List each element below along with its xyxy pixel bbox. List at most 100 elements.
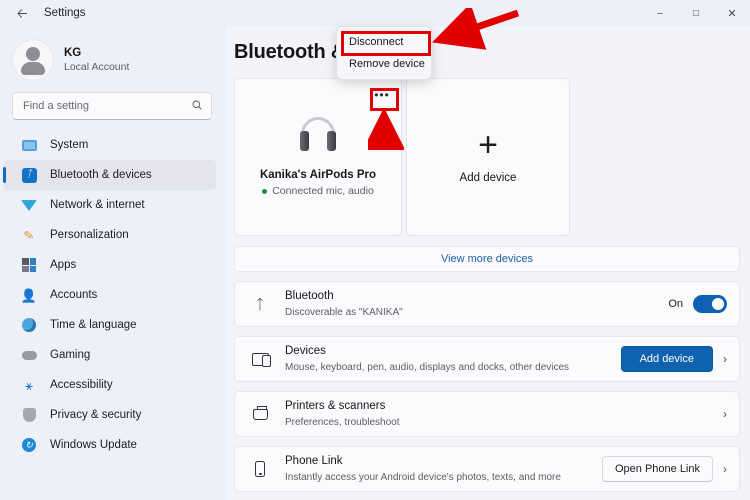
- sidebar-item-windows-update[interactable]: ↻ Windows Update: [4, 430, 216, 460]
- sidebar-item-label: Bluetooth & devices: [50, 169, 152, 181]
- open-phone-link-button[interactable]: Open Phone Link: [601, 456, 713, 482]
- account-name: KG: [64, 46, 82, 59]
- view-more-devices-link[interactable]: View more devices: [234, 246, 740, 272]
- add-device-label: Add device: [459, 172, 517, 185]
- row-text: Devices Mouse, keyboard, pen, audio, dis…: [285, 344, 621, 374]
- sidebar-item-accessibility[interactable]: ⚹ Accessibility: [4, 370, 216, 400]
- row-controls: Open Phone Link ›: [601, 456, 727, 482]
- paintbrush-icon: ✎: [22, 226, 36, 244]
- minimize-button[interactable]: –: [642, 0, 678, 26]
- sidebar-item-label: Windows Update: [50, 439, 137, 451]
- search-input[interactable]: [23, 100, 191, 112]
- clock-icon: [20, 316, 38, 334]
- chevron-right-icon[interactable]: ›: [723, 407, 727, 421]
- row-title: Devices: [285, 345, 326, 358]
- back-arrow-icon: [16, 8, 27, 18]
- sidebar-item-accounts[interactable]: 👤 Accounts: [4, 280, 216, 310]
- add-device-button[interactable]: Add device: [620, 346, 713, 372]
- sidebar-item-system[interactable]: System: [4, 130, 216, 160]
- maximize-button[interactable]: □: [678, 0, 714, 26]
- row-title: Phone Link: [285, 455, 343, 468]
- avatar-head-icon: [26, 47, 40, 61]
- system-icon: [20, 136, 38, 154]
- sidebar-item-label: Privacy & security: [50, 409, 142, 421]
- page-title: Bluetooth &: [234, 41, 346, 63]
- sidebar-item-personalization[interactable]: ✎ Personalization: [4, 220, 216, 250]
- account-subtitle: Local Account: [64, 61, 130, 74]
- sidebar-item-label: System: [50, 139, 89, 151]
- bluetooth-icon: ᛏ: [20, 166, 38, 184]
- shield-icon: [20, 406, 38, 424]
- settings-row-bluetooth[interactable]: ᛏ Bluetooth Discoverable as "KANIKA" On: [234, 281, 740, 327]
- status-dot-icon: [262, 188, 268, 194]
- bluetooth-toggle[interactable]: [693, 295, 727, 313]
- avatar-body-icon: [21, 62, 45, 75]
- row-subtitle: Instantly access your Android device's p…: [285, 471, 561, 483]
- annotation-highlight-more-options: [370, 88, 399, 111]
- sidebar-item-label: Time & language: [50, 319, 137, 331]
- settings-row-printers-scanners[interactable]: Printers & scanners Preferences, trouble…: [234, 391, 740, 437]
- close-button[interactable]: ✕: [714, 0, 750, 26]
- sidebar-item-bluetooth-devices[interactable]: ᛏ Bluetooth & devices: [3, 160, 216, 190]
- devices-icon: [249, 352, 271, 367]
- sidebar-item-label: Apps: [50, 259, 77, 271]
- sidebar-nav: System ᛏ Bluetooth & devices Network & i…: [0, 130, 226, 460]
- bluetooth-icon: ᛏ: [255, 296, 265, 312]
- device-status: Connected mic, audio: [262, 185, 374, 197]
- row-controls: On: [668, 295, 727, 313]
- sidebar-item-label: Personalization: [50, 229, 129, 241]
- title-bar: Settings – □ ✕: [0, 0, 750, 26]
- row-text: Bluetooth Discoverable as "KANIKA": [285, 289, 668, 319]
- row-subtitle: Preferences, troubleshoot: [285, 416, 400, 428]
- row-text: Printers & scanners Preferences, trouble…: [285, 399, 723, 429]
- device-status-label: Connected mic, audio: [272, 185, 374, 197]
- device-cards-row: ••• Kanika's AirPods Pro Connected mic, …: [234, 78, 740, 236]
- window-controls: – □ ✕: [642, 0, 750, 26]
- chevron-right-icon[interactable]: ›: [723, 462, 727, 476]
- sidebar-item-label: Gaming: [50, 349, 91, 361]
- sidebar-item-privacy-security[interactable]: Privacy & security: [4, 400, 216, 430]
- settings-row-devices[interactable]: Devices Mouse, keyboard, pen, audio, dis…: [234, 336, 740, 382]
- sidebar-item-network-internet[interactable]: Network & internet: [4, 190, 216, 220]
- sidebar-item-label: Accounts: [50, 289, 98, 301]
- headphones-icon: [295, 117, 341, 153]
- network-icon: [20, 196, 38, 214]
- device-name: Kanika's AirPods Pro: [259, 169, 377, 181]
- plus-icon: +: [478, 125, 498, 164]
- chevron-right-icon[interactable]: ›: [723, 352, 727, 366]
- search-box[interactable]: [12, 92, 212, 120]
- context-menu-item-remove-device[interactable]: Remove device: [337, 53, 431, 75]
- row-title: Bluetooth: [285, 290, 334, 303]
- main-content: Bluetooth & ••• Kanika's AirPods Pro Con…: [226, 26, 750, 500]
- avatar: [12, 39, 54, 81]
- accounts-icon: 👤: [20, 287, 38, 303]
- settings-window: Settings – □ ✕ KG Local Account Find a s…: [0, 0, 750, 500]
- row-controls: ›: [723, 407, 727, 421]
- sidebar-item-time-language[interactable]: Time & language: [4, 310, 216, 340]
- sidebar-item-apps[interactable]: Apps: [4, 250, 216, 280]
- account-text: KG Local Account: [64, 46, 129, 75]
- add-device-card[interactable]: + Add device: [406, 78, 570, 236]
- sidebar-item-gaming[interactable]: Gaming: [4, 340, 216, 370]
- apps-icon: [20, 256, 38, 274]
- row-text: Phone Link Instantly access your Android…: [285, 454, 602, 484]
- window-title: Settings: [44, 7, 86, 19]
- row-subtitle: Mouse, keyboard, pen, audio, displays an…: [285, 361, 570, 373]
- row-controls: Add device ›: [620, 346, 727, 372]
- search-icon: [191, 99, 203, 114]
- accessibility-icon: ⚹: [25, 377, 33, 393]
- settings-row-phone-link[interactable]: Phone Link Instantly access your Android…: [234, 446, 740, 492]
- sidebar-item-label: Network & internet: [50, 199, 145, 211]
- row-title: Printers & scanners: [285, 400, 386, 413]
- update-icon: ↻: [20, 436, 38, 454]
- sidebar-item-label: Accessibility: [50, 379, 113, 391]
- phone-icon: [249, 461, 271, 477]
- sidebar: KG Local Account System ᛏ Bluetooth & de…: [0, 26, 226, 500]
- row-subtitle: Discoverable as "KANIKA": [285, 306, 403, 318]
- toggle-state-label: On: [668, 298, 683, 310]
- annotation-highlight-disconnect: [341, 31, 431, 56]
- account-block[interactable]: KG Local Account: [0, 26, 226, 84]
- back-button[interactable]: [8, 2, 36, 24]
- gamepad-icon: [20, 346, 38, 364]
- printer-icon: [249, 405, 271, 420]
